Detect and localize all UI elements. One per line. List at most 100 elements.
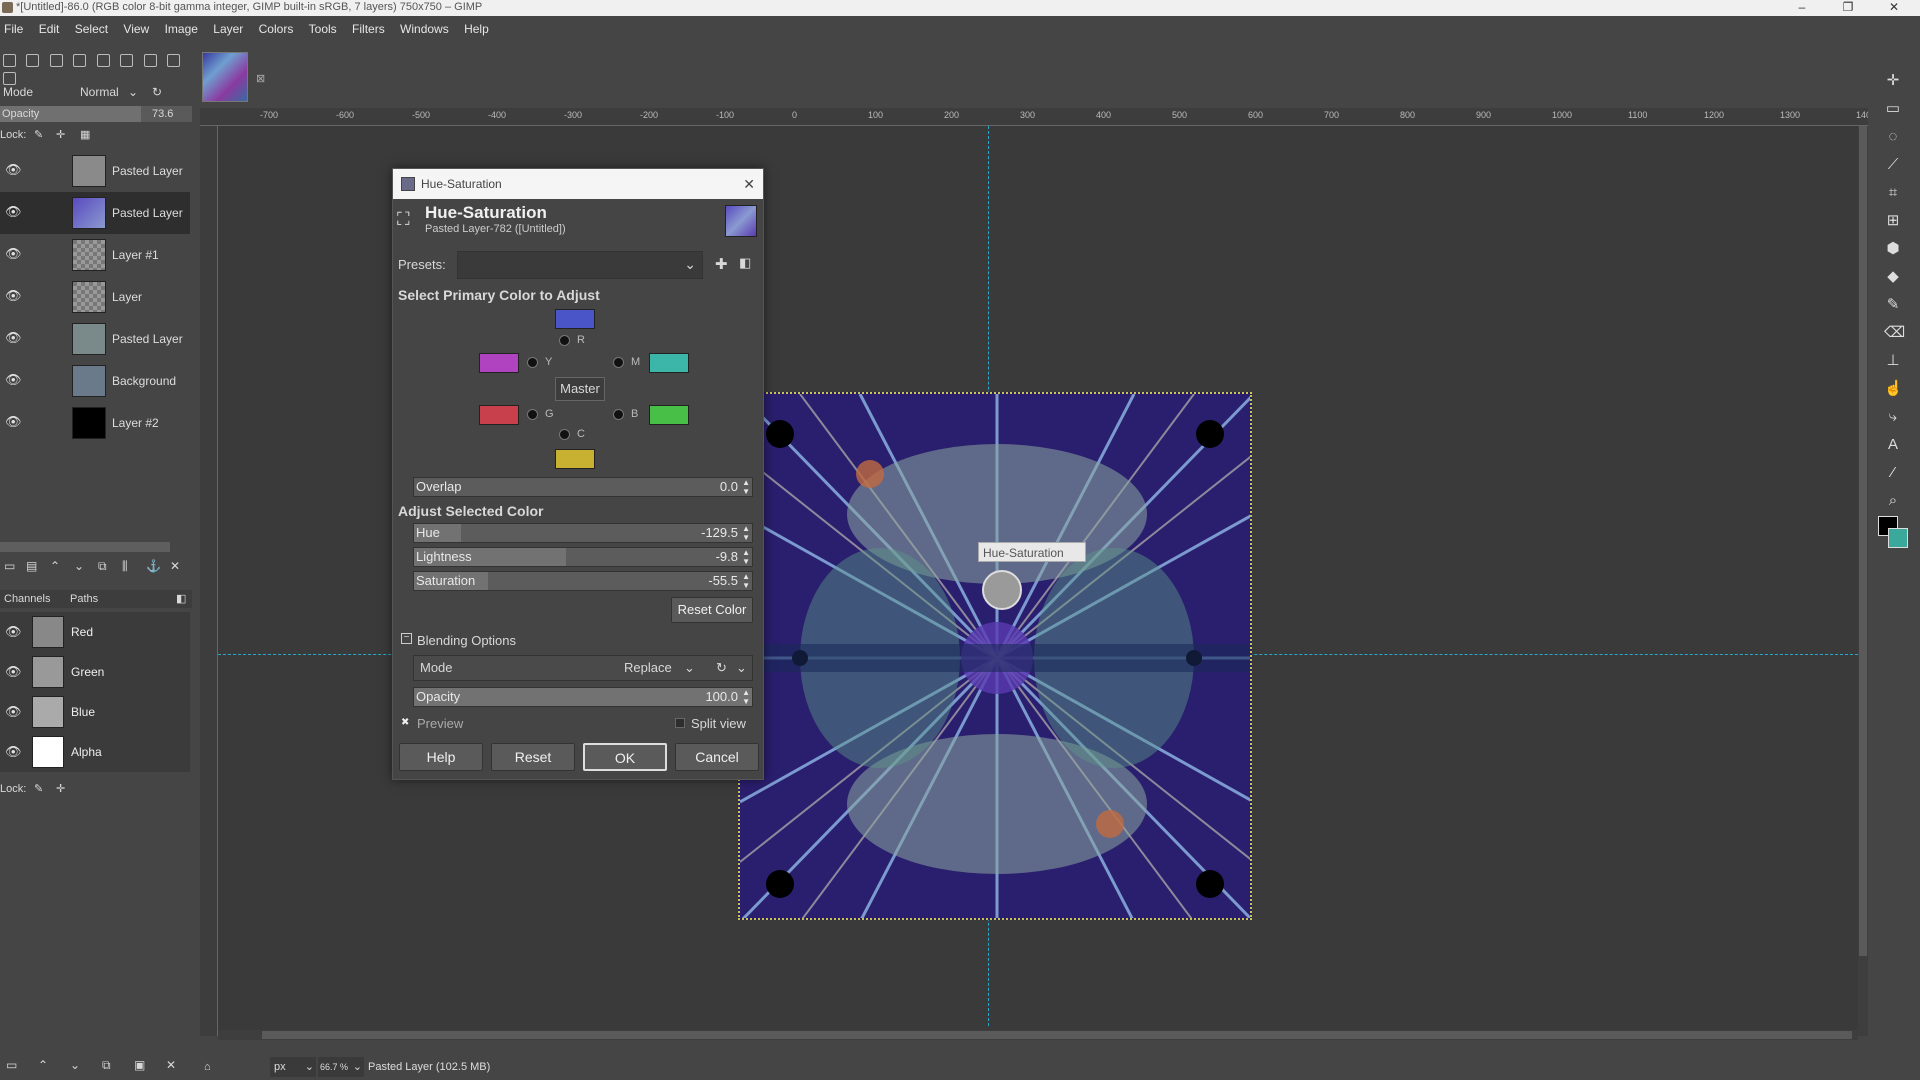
lock-pixels-icon[interactable]: ✎ <box>34 126 43 144</box>
dialog-close-icon[interactable]: ✕ <box>743 169 755 199</box>
background-color[interactable] <box>1888 528 1908 548</box>
layer-row[interactable]: 👁 Pasted Layer <box>0 192 190 234</box>
bucket-fill-icon[interactable]: ◆ <box>1884 268 1902 286</box>
transform-tool-icon[interactable]: ⊞ <box>1884 212 1902 230</box>
radio-red[interactable] <box>559 335 570 346</box>
preset-menu-icon[interactable]: ◧ <box>739 255 751 271</box>
channel-row[interactable]: 👁 Alpha <box>0 732 190 772</box>
layer-row[interactable]: 👁 Layer <box>0 276 190 318</box>
collapse-icon[interactable]: − <box>401 633 412 644</box>
menu-edit[interactable]: Edit <box>39 22 60 36</box>
channel-lock-pixels-icon[interactable]: ✎ <box>34 780 43 798</box>
overlap-slider[interactable]: Overlap 0.0 ▲ ▼ <box>413 477 753 497</box>
eye-icon[interactable]: 👁 <box>5 289 23 303</box>
channel-row[interactable]: 👁 Red <box>0 612 190 652</box>
layer-row[interactable]: 👁 Pasted Layer <box>0 318 190 360</box>
mode-reset-icon[interactable]: ↻ <box>152 82 162 102</box>
paths-tool-icon[interactable]: ⤷ <box>1884 408 1902 426</box>
minimize-icon[interactable]: – <box>1784 0 1820 15</box>
new-layer-group-icon[interactable]: ▭ <box>4 559 15 573</box>
menu-filters[interactable]: Filters <box>352 22 385 36</box>
menu-tools[interactable]: Tools <box>309 22 337 36</box>
spin-arrows-icon[interactable]: ▲ ▼ <box>742 548 750 566</box>
unit-select[interactable]: px ⌄ <box>270 1057 316 1077</box>
zoom-tool-icon[interactable]: ⌕ <box>1884 492 1902 510</box>
add-preset-icon[interactable]: ✚ <box>715 255 728 273</box>
menu-windows[interactable]: Windows <box>400 22 449 36</box>
channel-row[interactable]: 👁 Blue <box>0 692 190 732</box>
undo-icon[interactable] <box>143 54 157 68</box>
duplicate-channel-icon[interactable]: ⧉ <box>102 1058 111 1073</box>
crop-tool-icon[interactable]: ⌗ <box>1884 184 1902 202</box>
blending-options-label[interactable]: Blending Options <box>417 633 516 648</box>
restore-icon[interactable]: ❐ <box>1830 0 1866 15</box>
smudge-tool-icon[interactable]: ☝ <box>1884 380 1903 398</box>
eye-icon[interactable]: 👁 <box>5 625 23 639</box>
eye-icon[interactable]: 👁 <box>5 415 23 429</box>
tab-menu-icon[interactable]: ◧ <box>176 590 186 608</box>
eye-icon[interactable]: 👁 <box>5 745 23 759</box>
eye-icon[interactable]: 👁 <box>5 205 23 219</box>
new-channel-icon[interactable]: ▭ <box>6 1058 17 1072</box>
pencil-icon[interactable] <box>49 54 63 68</box>
menu-image[interactable]: Image <box>165 22 198 36</box>
new-layer-icon[interactable]: ▤ <box>26 559 37 573</box>
spin-arrows-icon[interactable]: ▲ ▼ <box>742 572 750 590</box>
blend-reset-icon[interactable]: ↻ <box>716 656 727 680</box>
blend-opacity-slider[interactable]: Opacity 100.0 ▲ ▼ <box>413 687 753 707</box>
color-picker-icon[interactable]: ⁄ <box>1884 464 1902 482</box>
horizontal-ruler[interactable]: -700 -600 -500 -400 -300 -200 -100 0 100 200 300 40… <box>200 108 1876 126</box>
eye-icon[interactable]: 👁 <box>5 163 23 177</box>
master-button[interactable]: Master <box>555 377 605 401</box>
menu-select[interactable]: Select <box>75 22 108 36</box>
vertical-scrollbar[interactable] <box>1858 126 1868 1036</box>
chevron-down-icon[interactable]: ⌄ <box>128 82 138 102</box>
lower-layer-icon[interactable]: ⌄ <box>74 559 84 573</box>
swatch-yellow[interactable] <box>479 353 519 373</box>
layer-row[interactable]: 👁 Layer #2 <box>0 402 190 444</box>
paintbrush-icon[interactable]: ✎ <box>1884 296 1902 314</box>
close-window-icon[interactable]: ✕ <box>1876 0 1912 15</box>
delete-channel-icon[interactable]: ✕ <box>166 1058 176 1072</box>
menu-layer[interactable]: Layer <box>213 22 243 36</box>
layer-row[interactable]: 👁 Pasted Layer <box>0 150 190 192</box>
lock-position-icon[interactable]: ✛ <box>56 126 65 144</box>
menu-file[interactable]: File <box>4 22 23 36</box>
rect-select-icon[interactable]: ▭ <box>1884 100 1902 118</box>
spin-arrows-icon[interactable]: ▲ ▼ <box>742 524 750 542</box>
lock-alpha-icon[interactable]: ▦ <box>80 126 90 144</box>
move-tool-icon[interactable]: ✛ <box>1884 72 1902 90</box>
blend-mode-select[interactable]: Replace <box>624 656 672 680</box>
radio-cyan[interactable] <box>559 429 570 440</box>
eye-icon[interactable]: 👁 <box>5 705 23 719</box>
swatch-magenta[interactable] <box>649 353 689 373</box>
tab-paths[interactable]: Paths <box>70 590 98 608</box>
vertical-ruler[interactable] <box>200 126 218 1036</box>
menu-view[interactable]: View <box>123 22 149 36</box>
split-view-checkbox[interactable] <box>675 718 685 728</box>
lightness-slider[interactable]: Lightness -9.8 ▲ ▼ <box>413 547 753 567</box>
help-button[interactable]: Help <box>399 743 483 771</box>
eraser-icon[interactable]: ⌫ <box>1884 324 1905 342</box>
duplicate-layer-icon[interactable]: ⧉ <box>98 559 107 574</box>
layers-scrollbar[interactable] <box>0 542 170 552</box>
eye-icon[interactable]: 👁 <box>5 331 23 345</box>
menu-colors[interactable]: Colors <box>259 22 294 36</box>
tab-channels[interactable]: Channels <box>4 590 50 608</box>
image-tab-close-icon[interactable]: ⊠ <box>256 72 265 85</box>
raise-channel-icon[interactable]: ⌃ <box>38 1058 48 1072</box>
image-tab-thumbnail[interactable] <box>202 52 248 102</box>
delete-layer-icon[interactable]: ✕ <box>170 559 180 573</box>
chevron-down-icon[interactable]: ⌄ <box>736 656 747 680</box>
swatch-red[interactable] <box>555 309 595 329</box>
lasso-tool-icon[interactable]: ◌ <box>1884 128 1902 146</box>
channel-to-selection-icon[interactable]: ▣ <box>134 1058 145 1072</box>
warp-tool-icon[interactable]: ⬢ <box>1884 240 1902 258</box>
spin-arrows-icon[interactable]: ▲ ▼ <box>742 688 750 706</box>
layer-opacity-slider[interactable]: Opacity 73.6 <box>0 106 192 122</box>
channel-lock-position-icon[interactable]: ✛ <box>56 780 65 798</box>
font-icon[interactable] <box>120 54 134 68</box>
fuzzy-select-icon[interactable]: ⟋ <box>1884 156 1902 174</box>
zoom-select[interactable]: 66.7 % ⌄ <box>318 1057 364 1077</box>
radio-magenta[interactable] <box>613 357 624 368</box>
